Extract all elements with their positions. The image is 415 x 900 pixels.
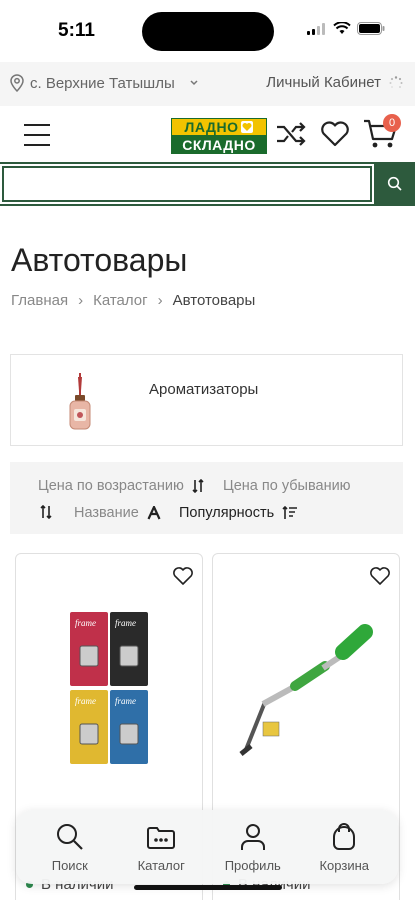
svg-text:frame: frame (115, 618, 136, 628)
loading-spinner-icon (389, 75, 403, 88)
city-selector[interactable]: с. Верхние Татышлы (10, 74, 199, 92)
breadcrumb-home[interactable]: Главная (11, 292, 68, 309)
search-icon (387, 176, 402, 191)
header-actions: 0 (275, 114, 407, 152)
bottom-tab-bar: Поиск Каталог Профиль Корзина (16, 810, 398, 884)
header: ЛАДНО СКЛАДНО 0 (0, 106, 415, 162)
menu-icon-line (24, 124, 50, 126)
wifi-icon (333, 22, 351, 34)
search-button[interactable] (374, 164, 415, 204)
add-to-favorites-icon[interactable] (172, 566, 194, 586)
air-freshener-image (69, 373, 91, 430)
breadcrumb-separator-icon: › (157, 292, 163, 309)
location-bar: с. Верхние Татышлы Личный Кабинет (0, 62, 415, 106)
heart-logo-icon (241, 121, 254, 133)
tab-profile[interactable]: Профиль (213, 822, 293, 873)
sort-popularity-label: Популярность (179, 505, 275, 521)
account-link[interactable]: Личный Кабинет (266, 74, 403, 91)
sort-price-desc[interactable]: Цена по убыванию (223, 478, 351, 494)
svg-text:frame: frame (115, 696, 136, 706)
sort-descending-icon (40, 505, 52, 519)
breadcrumb-current: Автотовары (172, 292, 256, 309)
sort-popularity-icon (282, 506, 298, 519)
breadcrumb-separator-icon: › (78, 292, 84, 309)
logo-bottom-text: СКЛАДНО (182, 137, 256, 153)
breadcrumb-catalog[interactable]: Каталог (93, 292, 148, 309)
svg-text:frame: frame (75, 696, 96, 706)
sort-price-asc-label: Цена по возрастанию (38, 478, 184, 494)
status-icons (307, 22, 385, 35)
page-title: Автотовары (11, 242, 188, 278)
tab-cart[interactable]: Корзина (304, 822, 384, 873)
status-time: 5:11 (58, 20, 95, 41)
location-pin-icon (10, 74, 24, 92)
search-icon (56, 823, 83, 850)
shopping-bag-icon (333, 822, 356, 850)
sort-name-label: Название (74, 505, 139, 521)
tab-profile-label: Профиль (224, 857, 281, 873)
dynamic-island (142, 12, 274, 51)
sort-price-desc-direction[interactable] (40, 505, 54, 519)
tab-cart-label: Корзина (319, 857, 370, 873)
tab-search-label: Поиск (51, 857, 88, 873)
menu-icon-line (24, 144, 50, 146)
sort-popularity[interactable]: Популярность (179, 505, 298, 521)
alphabet-icon (147, 506, 161, 520)
tab-catalog-label: Каталог (137, 857, 185, 873)
city-label: с. Верхние Татышлы (30, 74, 175, 92)
cellular-signal-icon (307, 22, 325, 35)
sort-name[interactable]: Название (74, 505, 161, 521)
product-image-snow-brush (239, 624, 373, 756)
sort-panel: Цена по возрастанию Цена по убыванию Наз… (10, 462, 403, 534)
subcategory-label: Ароматизаторы (149, 381, 259, 398)
search-input[interactable] (2, 166, 372, 202)
menu-icon-line (24, 134, 50, 136)
cart-button[interactable]: 0 (363, 114, 407, 152)
logo-bottom: СКЛАДНО (171, 136, 267, 154)
account-label: Личный Кабинет (266, 74, 381, 91)
chevron-down-icon (190, 80, 198, 86)
compare-shuffle-icon[interactable] (275, 120, 307, 148)
logo-top: ЛАДНО (171, 118, 267, 136)
logo-top-text: ЛАДНО (184, 119, 239, 135)
subcategory-card[interactable]: Ароматизаторы (10, 354, 403, 446)
tab-search[interactable]: Поиск (30, 822, 110, 873)
profile-user-icon (240, 823, 265, 850)
add-to-favorites-icon[interactable] (369, 566, 391, 586)
catalog-folder-icon (147, 826, 176, 849)
menu-button[interactable] (24, 124, 50, 146)
svg-text:frame: frame (75, 618, 96, 628)
cart-count-badge: 0 (383, 114, 401, 132)
breadcrumb: Главная › Каталог › Автотовары (11, 292, 255, 309)
tab-catalog[interactable]: Каталог (121, 822, 201, 873)
battery-icon (357, 22, 385, 35)
search-bar (0, 162, 415, 206)
brand-logo[interactable]: ЛАДНО СКЛАДНО (171, 118, 267, 154)
status-bar: 5:11 (0, 0, 415, 62)
favorites-heart-icon[interactable] (319, 120, 351, 148)
home-indicator (134, 885, 282, 890)
sort-price-desc-label: Цена по убыванию (223, 478, 351, 494)
sort-price-asc[interactable]: Цена по возрастанию (38, 478, 206, 494)
product-image-air-fresheners: frame frame frame frame (70, 612, 148, 764)
sort-ascending-icon (192, 479, 204, 493)
